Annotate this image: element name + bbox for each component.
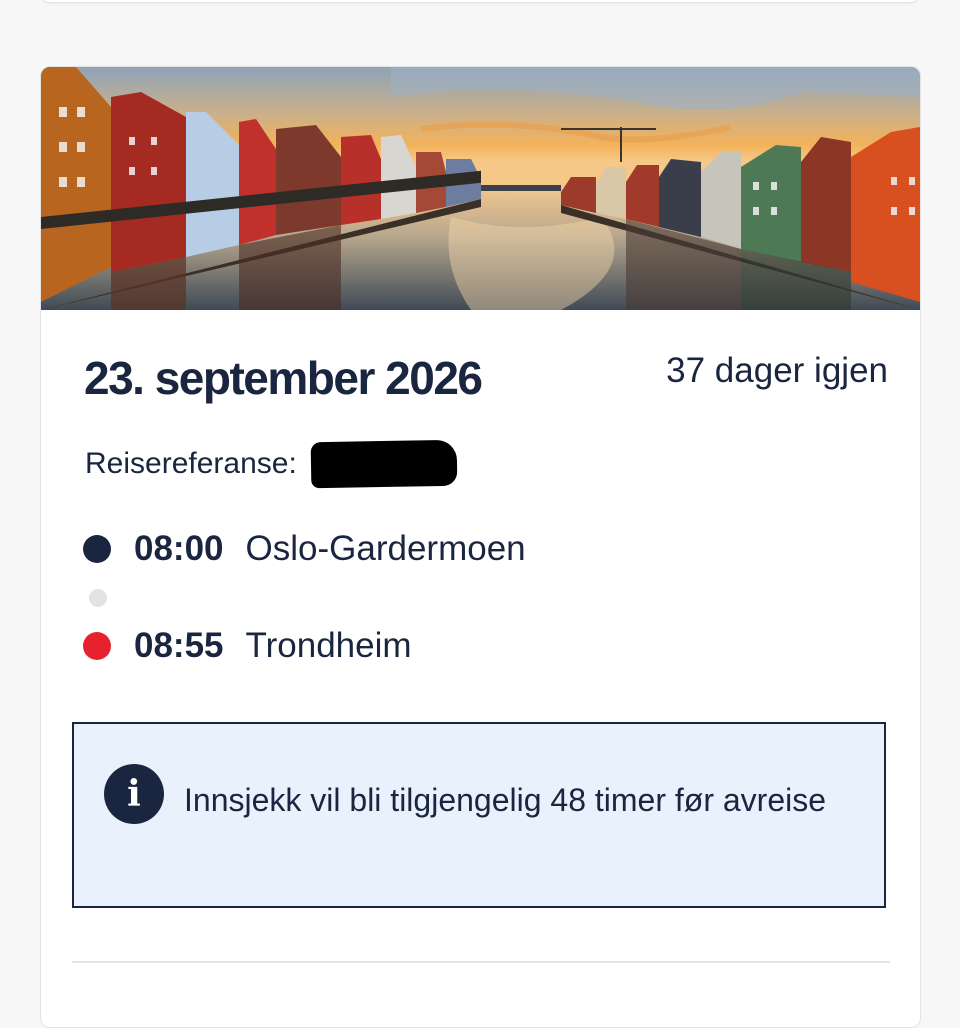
departure-dot-icon [83,535,111,563]
arrival-stop: 08:55 Trondheim [83,626,412,666]
booking-reference-redacted [310,439,458,489]
route-dot-icon [89,589,107,607]
info-icon: i [104,764,164,824]
divider [72,961,890,963]
days-left: 37 dager igjen [666,351,888,390]
booking-reference-label: Reisereferanse: [85,447,297,480]
arrival-dot-icon [83,632,111,660]
booking-reference: Reisereferanse: [85,439,458,489]
checkin-notice: i Innsjekk vil bli tilgjengelig 48 timer… [72,722,886,908]
arrival-time: 08:55 [134,626,224,665]
departure-time: 08:00 [134,529,224,568]
destination-image [41,67,920,310]
trip-card[interactable]: 23. september 2026 37 dager igjen Reiser… [40,66,921,1028]
trip-date: 23. september 2026 [84,352,483,404]
arrival-place: Trondheim [245,626,412,665]
checkin-notice-text: Innsjekk vil bli tilgjengelig 48 timer f… [184,782,827,818]
departure-stop: 08:00 Oslo-Gardermoen [83,529,526,569]
departure-place: Oslo-Gardermoen [245,529,526,568]
previous-card [40,0,920,3]
